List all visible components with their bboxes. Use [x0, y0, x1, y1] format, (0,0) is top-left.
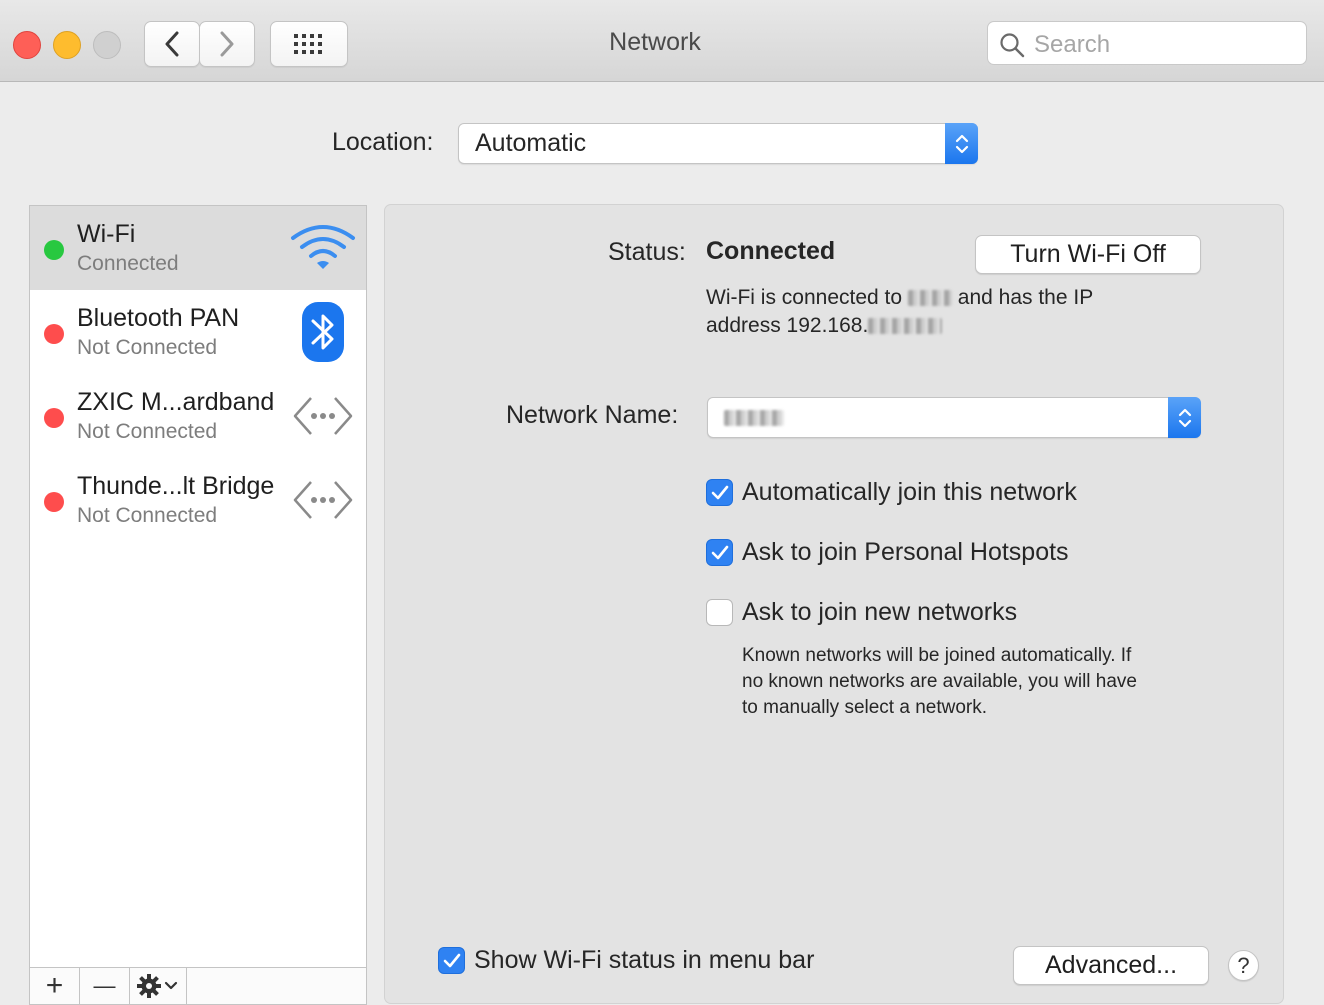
service-status: Not Connected: [77, 420, 218, 443]
network-name-stepper: [1168, 397, 1201, 438]
service-status: Not Connected: [77, 504, 218, 527]
chevron-left-icon: [165, 31, 179, 57]
status-dot-disconnected: [44, 324, 64, 344]
search-icon: [1000, 33, 1025, 58]
turn-wifi-off-button[interactable]: Turn Wi-Fi Off: [975, 235, 1201, 274]
known-networks-note: Known networks will be joined automatica…: [742, 643, 1137, 721]
gear-icon: [137, 974, 178, 998]
plus-icon: +: [45, 969, 64, 1002]
service-list-toolbar: + —: [30, 967, 366, 1004]
location-label: Location:: [332, 128, 434, 156]
description-text: Wi-Fi is connected to: [706, 286, 903, 309]
checkmark-icon: [443, 953, 460, 967]
ethernet-icon: [288, 468, 358, 532]
service-bluetooth-pan[interactable]: Bluetooth PAN Not Connected: [30, 290, 366, 374]
minus-icon: —: [93, 973, 116, 998]
remove-service-button[interactable]: —: [80, 968, 130, 1004]
window-title: Network: [609, 28, 701, 56]
status-dot-disconnected: [44, 492, 64, 512]
location-value: Automatic: [475, 129, 587, 157]
search-placeholder: Search: [1034, 31, 1111, 58]
back-button[interactable]: [144, 21, 200, 67]
join-new-networks-label[interactable]: Ask to join new networks: [742, 598, 1017, 627]
title-bar: Network Search: [0, 0, 1324, 82]
redacted-network-name: [724, 410, 784, 426]
auto-join-label[interactable]: Automatically join this network: [742, 478, 1077, 507]
service-zxic-broadband[interactable]: ZXIC M...ardband Not Connected: [30, 374, 366, 458]
service-name: Thunde...lt Bridge: [77, 472, 275, 500]
chevron-right-icon: [220, 31, 234, 57]
checkmark-icon: [711, 545, 728, 559]
wifi-icon: [288, 216, 358, 280]
checkmark-icon: [711, 485, 728, 499]
service-name: Bluetooth PAN: [77, 304, 240, 332]
location-stepper: [945, 123, 978, 164]
status-value: Connected: [706, 237, 836, 265]
service-name: ZXIC M...ardband: [77, 388, 275, 416]
service-status: Not Connected: [77, 336, 218, 359]
action-menu-button[interactable]: [130, 968, 187, 1004]
help-button[interactable]: ?: [1228, 950, 1259, 981]
close-window-button[interactable]: [13, 31, 41, 59]
service-status: Connected: [77, 252, 179, 275]
show-wifi-status-label[interactable]: Show Wi-Fi status in menu bar: [474, 946, 814, 975]
redacted-network-name: [907, 290, 952, 307]
minimize-window-button[interactable]: [53, 31, 81, 59]
note-line: to manually select a network.: [742, 697, 988, 718]
advanced-button[interactable]: Advanced...: [1013, 946, 1209, 985]
service-wifi[interactable]: Wi-Fi Connected: [30, 206, 366, 290]
add-service-button[interactable]: +: [30, 968, 80, 1004]
status-label: Status:: [608, 238, 686, 266]
zoom-window-button[interactable]: [93, 31, 121, 59]
service-name: Wi-Fi: [77, 220, 136, 248]
note-line: no known networks are available, you wil…: [742, 671, 1137, 692]
personal-hotspots-checkbox[interactable]: [706, 539, 733, 566]
forward-button[interactable]: [199, 21, 255, 67]
status-dot-disconnected: [44, 408, 64, 428]
auto-join-checkbox[interactable]: [706, 479, 733, 506]
up-down-chevrons-icon: [1178, 408, 1191, 427]
join-new-networks-checkbox[interactable]: [706, 599, 733, 626]
service-thunderbolt-bridge[interactable]: Thunde...lt Bridge Not Connected: [30, 458, 366, 542]
personal-hotspots-label[interactable]: Ask to join Personal Hotspots: [742, 538, 1069, 567]
note-line: Known networks will be joined automatica…: [742, 645, 1132, 666]
status-dot-connected: [44, 240, 64, 260]
connection-description: Wi-Fi is connected to and has the IP add…: [706, 284, 1093, 340]
up-down-chevrons-icon: [955, 134, 968, 153]
bluetooth-icon: [288, 300, 358, 364]
show-wifi-status-checkbox[interactable]: [438, 947, 465, 974]
location-popup[interactable]: Automatic: [458, 123, 978, 164]
redacted-ip-address: [868, 318, 943, 335]
description-text: address 192.168.: [706, 314, 869, 337]
grid-icon: [294, 34, 322, 54]
description-text: and has the IP: [957, 286, 1094, 309]
show-all-button[interactable]: [270, 21, 348, 67]
service-list: Wi-Fi Connected Bluetooth PAN Not Connec…: [29, 205, 367, 1005]
ethernet-icon: [288, 384, 358, 448]
network-name-popup[interactable]: [707, 397, 1201, 438]
search-field[interactable]: Search: [987, 21, 1307, 65]
network-name-label: Network Name:: [506, 401, 679, 429]
